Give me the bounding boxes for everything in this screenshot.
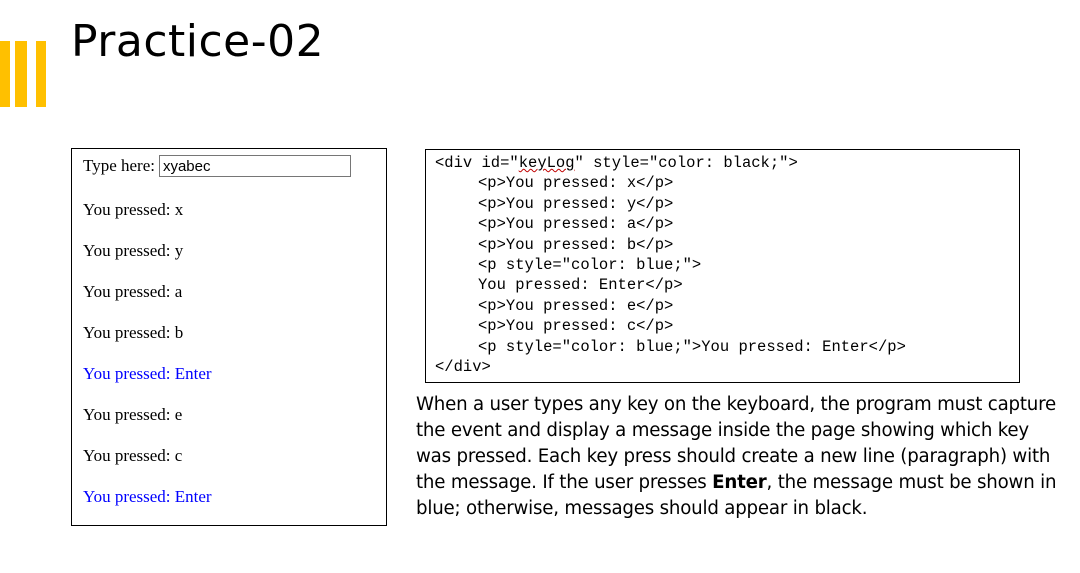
desc-bold-enter: Enter xyxy=(712,472,767,493)
log-line: You pressed: a xyxy=(83,282,183,301)
code-line: <p style="color: blue;">You pressed: Ent… xyxy=(478,337,906,356)
code-line: <p>You pressed: e</p> xyxy=(478,296,674,315)
code-line: You pressed: Enter</p> xyxy=(478,276,683,295)
accent-bar-2 xyxy=(15,41,27,107)
code-open-pre: <div id=" xyxy=(435,154,519,172)
log-line: You pressed: y xyxy=(83,241,184,260)
type-label: Type here: xyxy=(83,156,155,175)
accent-bar-3 xyxy=(36,41,46,107)
code-snippet-box: <div id="keyLog" style="color: black;"> … xyxy=(425,149,1020,383)
type-row: Type here: xyxy=(83,155,351,177)
log-line: You pressed: Enter xyxy=(83,364,212,383)
code-line: <p>You pressed: y</p> xyxy=(478,194,674,213)
code-line: <p>You pressed: a</p> xyxy=(478,215,674,234)
code-line: <p>You pressed: x</p> xyxy=(478,174,674,193)
code-id-value: keyLog xyxy=(518,154,575,172)
slide-title: Practice-02 xyxy=(71,16,325,67)
code-line: <p>You pressed: c</p> xyxy=(478,317,674,336)
log-line: You pressed: Enter xyxy=(83,487,212,506)
accent-bar-1 xyxy=(0,41,10,107)
demo-output-box: Type here: You pressed: x You pressed: y… xyxy=(71,148,387,526)
log-line: You pressed: b xyxy=(83,323,184,342)
code-line-open: <div id="keyLog" style="color: black;"> xyxy=(435,153,798,173)
type-input[interactable] xyxy=(158,155,351,177)
log-line: You pressed: x xyxy=(83,200,184,219)
log-line: You pressed: e xyxy=(83,405,183,424)
log-line: You pressed: c xyxy=(83,446,183,465)
task-description: When a user types any key on the keyboar… xyxy=(416,392,1066,522)
accent-bars xyxy=(0,41,48,107)
code-line: <p style="color: blue;"> xyxy=(478,256,702,274)
code-line-close: </div> xyxy=(435,358,491,376)
code-line: <p>You pressed: b</p> xyxy=(478,235,674,254)
code-open-post: " style="color: black;"> xyxy=(574,154,798,172)
